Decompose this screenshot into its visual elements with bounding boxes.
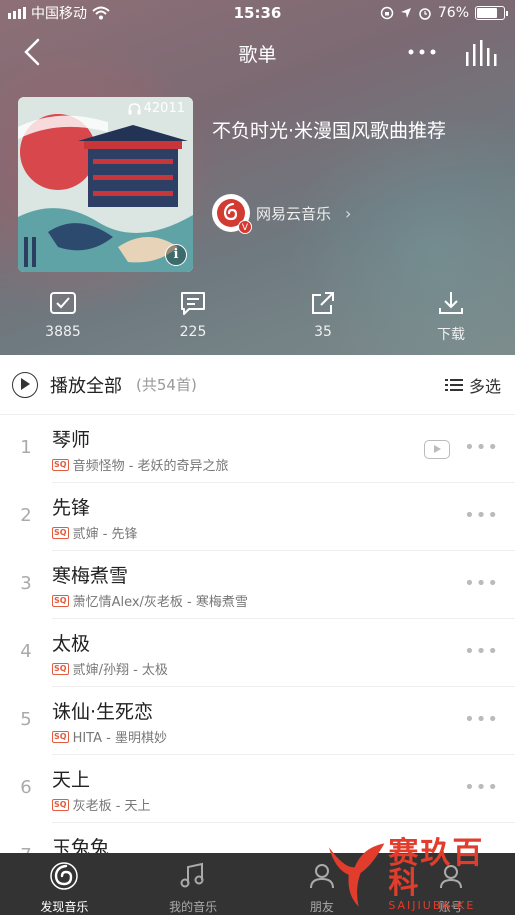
tab-discover[interactable]: 发现音乐 (0, 853, 129, 915)
sq-badge: SQ (52, 662, 69, 675)
song-number: 2 (20, 505, 32, 526)
song-number: 1 (20, 437, 32, 458)
alarm-icon (419, 8, 431, 20)
netease-logo-icon (50, 862, 79, 890)
song-title: 寒梅煮雪 (52, 565, 129, 587)
play-all-label: 播放全部 (50, 376, 122, 397)
play-count-value: 42011 (143, 101, 185, 116)
sq-badge: SQ (52, 798, 69, 811)
action-favorites-count: 3885 (45, 324, 81, 340)
action-favorites[interactable]: 3885 (23, 290, 103, 340)
song-title: 诛仙·生死恋 (52, 701, 154, 723)
song-number: 5 (20, 709, 32, 730)
action-comments-count: 225 (179, 324, 207, 340)
song-title: 太极 (52, 633, 91, 655)
mv-play-icon[interactable] (424, 440, 450, 459)
more-icon[interactable]: ••• (464, 709, 499, 730)
song-title: 琴师 (52, 429, 91, 451)
comment-bubble-icon (181, 292, 205, 315)
sq-badge: SQ (52, 594, 69, 607)
tab-my-music[interactable]: 我的音乐 (129, 853, 258, 915)
play-circle-icon[interactable] (12, 372, 38, 398)
more-icon[interactable]: ••• (464, 505, 499, 526)
playlist-cover[interactable]: 42011 i (18, 97, 193, 272)
action-share-count: 35 (314, 324, 332, 340)
now-playing-icon[interactable] (462, 38, 498, 68)
nav-bar: 歌单 (0, 28, 515, 76)
song-row[interactable]: 5 诛仙·生死恋 SQ HITA - 墨明棋妙 ••• (0, 687, 515, 755)
song-artist-album: SQ 贰婶/孙翔 - 太极 (52, 659, 168, 678)
action-download-label: 下载 (437, 327, 465, 343)
sq-badge: SQ (52, 730, 69, 743)
song-subtitle: 贰婶 - 先锋 (72, 527, 138, 542)
sq-badge: SQ (52, 458, 69, 471)
battery-icon (475, 6, 508, 20)
action-bar: 3885 225 35 下载 (0, 290, 515, 346)
battery-fill (477, 8, 497, 18)
download-icon (439, 292, 463, 314)
more-icon[interactable] (404, 38, 440, 66)
cover-artwork (18, 97, 193, 272)
action-download[interactable]: 下载 (411, 290, 491, 344)
song-title: 先锋 (52, 497, 91, 519)
status-bar: 中国移动 15:36 76% (0, 0, 515, 26)
song-row[interactable]: 3 寒梅煮雪 SQ 萧忆情Alex/灰老板 - 寒梅煮雪 ••• (0, 551, 515, 619)
playlist-title: 不负时光·米漫国风歌曲推荐 (212, 120, 447, 142)
comment-checkbox-icon (50, 292, 76, 314)
song-row[interactable]: 1 琴师 SQ 音频怪物 - 老妖的奇异之旅 ••• (0, 415, 515, 483)
song-row[interactable]: 6 天上 SQ 灰老板 - 天上 ••• (0, 755, 515, 823)
song-list: 播放全部 (共54首) 多选 1 琴师 SQ 音频怪物 - 老妖的奇异之旅 •••… (0, 355, 515, 891)
song-artist-album: SQ 灰老板 - 天上 (52, 795, 151, 814)
song-subtitle: 萧忆情Alex/灰老板 - 寒梅煮雪 (72, 595, 248, 610)
song-subtitle: 音频怪物 - 老妖的奇异之旅 (72, 459, 229, 474)
song-subtitle: 贰婶/孙翔 - 太极 (72, 663, 168, 678)
song-number: 3 (20, 573, 32, 594)
headphones-icon (128, 102, 141, 114)
song-number: 4 (20, 641, 32, 662)
song-row[interactable]: 4 太极 SQ 贰婶/孙翔 - 太极 ••• (0, 619, 515, 687)
more-icon[interactable]: ••• (464, 573, 499, 594)
verified-icon: V (238, 220, 252, 234)
watermark-text: 赛玖百科 (388, 835, 485, 901)
music-note-icon (180, 862, 204, 888)
more-icon[interactable]: ••• (464, 641, 499, 662)
rotation-lock-icon (380, 6, 394, 20)
more-icon[interactable]: ••• (464, 437, 499, 458)
battery-percent: 76% (437, 5, 469, 21)
action-comments[interactable]: 225 (153, 290, 233, 340)
multi-select-label: 多选 (468, 377, 501, 396)
creator-avatar: V (212, 194, 252, 234)
play-count: 42011 (128, 101, 185, 116)
multi-select-button[interactable]: 多选 (444, 373, 501, 397)
more-icon[interactable]: ••• (464, 777, 499, 798)
song-artist-album: SQ 萧忆情Alex/灰老板 - 寒梅煮雪 (52, 591, 248, 610)
song-artist-album: SQ 贰婶 - 先锋 (52, 523, 138, 542)
tab-my-music-label: 我的音乐 (169, 900, 218, 914)
song-title: 天上 (52, 769, 91, 791)
chevron-right-icon: › (345, 203, 352, 223)
sq-badge: SQ (52, 526, 69, 539)
location-icon (400, 8, 411, 18)
action-share[interactable]: 35 (283, 290, 363, 340)
list-icon (444, 379, 463, 391)
song-count: (共54首) (136, 376, 197, 394)
watermark-sub: SAIJIUBAIKE (388, 898, 476, 912)
song-row[interactable]: 2 先锋 SQ 贰婶 - 先锋 ••• (0, 483, 515, 551)
share-icon (312, 292, 334, 314)
play-all-row[interactable]: 播放全部 (共54首) 多选 (0, 355, 515, 415)
song-subtitle: HITA - 墨明棋妙 (72, 731, 167, 746)
watermark: 赛玖百科 SAIJIUBAIKE (325, 835, 515, 915)
playlist-header: 中国移动 15:36 76% 歌单 42011 i 不负时光·米漫国风歌曲推荐 … (0, 0, 515, 355)
info-icon[interactable]: i (165, 244, 187, 266)
creator-name: 网易云音乐 (256, 204, 332, 223)
song-subtitle: 灰老板 - 天上 (72, 799, 151, 814)
song-number: 6 (20, 777, 32, 798)
tab-discover-label: 发现音乐 (40, 900, 89, 914)
whale-tail-logo-icon (328, 843, 385, 907)
song-artist-album: SQ HITA - 墨明棋妙 (52, 727, 167, 746)
song-artist-album: SQ 音频怪物 - 老妖的奇异之旅 (52, 455, 229, 474)
creator-link[interactable]: V 网易云音乐 › (212, 194, 352, 234)
